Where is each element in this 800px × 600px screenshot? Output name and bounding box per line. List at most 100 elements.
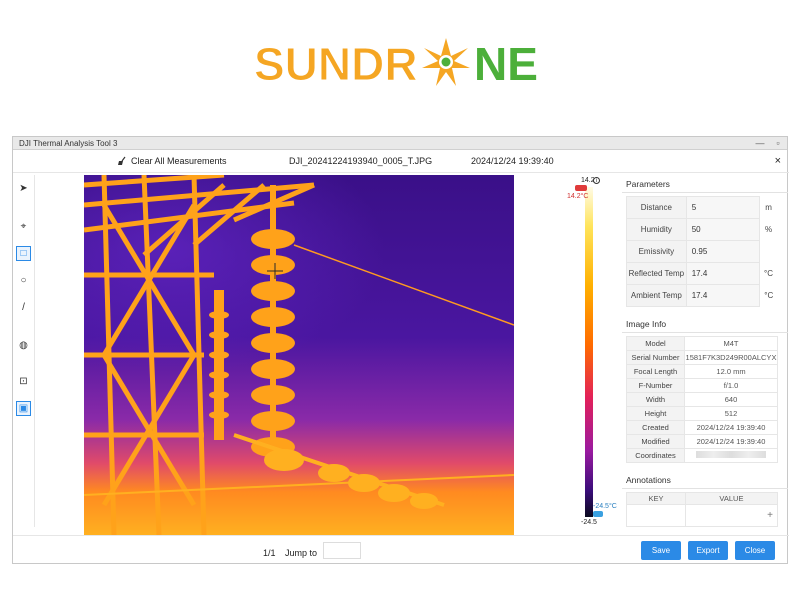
minimize-button[interactable]: — bbox=[751, 138, 769, 148]
select-tool[interactable]: ➤ bbox=[16, 181, 31, 196]
blurred-coordinates bbox=[696, 451, 766, 458]
close-button[interactable]: Close bbox=[735, 541, 775, 560]
info-label: Created bbox=[626, 420, 685, 435]
info-row: Focal Length 12.0 mm bbox=[626, 364, 778, 379]
ambient-temp-input[interactable]: 17.4 bbox=[685, 284, 761, 307]
param-unit: m bbox=[765, 203, 772, 212]
jump-to-label: Jump to bbox=[285, 548, 318, 558]
param-unit: °C bbox=[764, 269, 774, 278]
info-label: Height bbox=[626, 406, 685, 421]
circle-tool[interactable]: ○ bbox=[16, 273, 31, 288]
display-tool[interactable]: ▣ bbox=[16, 401, 31, 416]
max-temp-marker[interactable] bbox=[575, 185, 587, 191]
coordinates-value bbox=[684, 448, 778, 463]
min-temp-label: -24.5°C bbox=[593, 503, 617, 510]
param-label: Emissivity bbox=[626, 240, 687, 263]
title-bar: DJI Thermal Analysis Tool 3 — ▫ bbox=[13, 137, 787, 150]
info-label: Modified bbox=[626, 434, 685, 449]
info-value: 2024/12/24 19:39:40 bbox=[684, 420, 778, 435]
point-tool[interactable]: ⌖ bbox=[16, 219, 31, 234]
key-header: KEY bbox=[626, 492, 686, 505]
page: SUNDR NE DJI Thermal Analysis Tool 3 — ▫… bbox=[0, 0, 800, 600]
info-value: 12.0 mm bbox=[684, 364, 778, 379]
scale-min-value: -24.5 bbox=[581, 519, 597, 526]
max-temp-label: 14.2°C bbox=[567, 193, 589, 200]
maximize-button[interactable]: ▫ bbox=[769, 138, 787, 148]
info-label: Focal Length bbox=[626, 364, 685, 379]
info-value: 512 bbox=[684, 406, 778, 421]
param-label: Ambient Temp bbox=[626, 284, 687, 307]
jump-to-input[interactable] bbox=[323, 542, 361, 559]
logo-text-ne: NE bbox=[474, 38, 538, 90]
measurement-toolbar: ➤ ⌖ □ ○ / ◍ ⊡ ▣ bbox=[13, 175, 35, 527]
close-image-button[interactable]: × bbox=[775, 155, 781, 167]
sun-star-icon bbox=[422, 38, 470, 86]
param-row-humidity: Humidity 50% bbox=[626, 218, 778, 241]
image-info-table: Model M4T Serial Number 1581F7K3D249R00ALC… bbox=[626, 336, 778, 463]
param-unit: % bbox=[764, 225, 773, 234]
properties-panel: Parameters Distance 5 m Humidity 50% Emissi… bbox=[622, 175, 788, 527]
clear-all-label: Clear All Measurements bbox=[131, 156, 227, 166]
info-row: Model M4T bbox=[626, 336, 778, 351]
info-value: M4T bbox=[684, 336, 778, 351]
info-value: 1581F7K3D249R00ALCYX bbox=[684, 350, 778, 365]
param-row-emissivity: Emissivity 0.95 bbox=[626, 240, 778, 263]
isotherm-tool[interactable]: ⊡ bbox=[16, 374, 31, 389]
info-label: Model bbox=[626, 336, 685, 351]
annotations-title: Annotations bbox=[622, 471, 788, 489]
param-row-ambient-temp: Ambient Temp 17.4 °C bbox=[626, 284, 778, 307]
page-indicator: 1/1 bbox=[263, 548, 276, 558]
param-unit bbox=[760, 241, 778, 263]
distance-input[interactable]: 5 bbox=[685, 196, 761, 219]
isotherm-icon: ⊡ bbox=[19, 376, 28, 387]
param-row-reflected-temp: Reflected Temp 17.4 °C bbox=[626, 262, 778, 285]
info-value: 640 bbox=[684, 392, 778, 407]
info-row: Coordinates bbox=[626, 448, 778, 463]
info-value: 2024/12/24 19:39:40 bbox=[684, 434, 778, 449]
color-scale-bar bbox=[585, 187, 593, 517]
palette-tool[interactable]: ◍ bbox=[16, 338, 31, 353]
bottom-bar: 1/1 Jump to Save Export Close bbox=[13, 535, 789, 564]
temperature-scale: 14.2 i 14.2°C -24.5°C -24.5 bbox=[567, 177, 623, 537]
info-icon[interactable]: i bbox=[593, 177, 600, 184]
clear-all-measurements-button[interactable]: Clear All Measurements bbox=[117, 156, 227, 166]
add-annotation-button[interactable]: + bbox=[684, 504, 779, 527]
param-row-distance: Distance 5 m bbox=[626, 196, 778, 219]
file-name: DJI_20241224193940_0005_T.JPG bbox=[289, 156, 433, 166]
info-label: Width bbox=[626, 392, 685, 407]
reflected-temp-input[interactable]: 17.4 bbox=[685, 262, 761, 285]
param-label: Distance bbox=[626, 196, 687, 219]
save-button[interactable]: Save bbox=[641, 541, 681, 560]
min-temp-marker[interactable] bbox=[593, 511, 603, 517]
annotation-key-input[interactable] bbox=[626, 504, 686, 527]
line-tool[interactable]: / bbox=[16, 300, 31, 315]
image-info-title: Image Info bbox=[622, 315, 788, 333]
window-title: DJI Thermal Analysis Tool 3 bbox=[19, 138, 118, 148]
param-label: Humidity bbox=[626, 218, 687, 241]
info-label: Coordinates bbox=[626, 448, 685, 463]
rectangle-tool[interactable]: □ bbox=[16, 246, 31, 261]
crosshair-icon: ⌖ bbox=[20, 221, 27, 232]
parameters-title: Parameters bbox=[622, 175, 788, 193]
info-row: Serial Number 1581F7K3D249R00ALCYX bbox=[626, 350, 778, 365]
annotations-table: KEY VALUE + bbox=[626, 492, 779, 527]
emissivity-input[interactable]: 0.95 bbox=[685, 240, 761, 263]
display-icon: ▣ bbox=[18, 403, 29, 414]
thermal-image[interactable] bbox=[84, 175, 514, 535]
value-header: VALUE bbox=[684, 492, 779, 505]
sundrone-logo: SUNDR NE bbox=[0, 28, 800, 98]
param-label: Reflected Temp bbox=[626, 262, 687, 285]
logo-text-sundr: SUNDR bbox=[254, 38, 418, 90]
line-icon: / bbox=[22, 302, 25, 313]
export-button[interactable]: Export bbox=[688, 541, 728, 560]
humidity-input[interactable]: 50 bbox=[685, 218, 761, 241]
info-label: F-Number bbox=[626, 378, 685, 393]
param-unit: °C bbox=[764, 291, 774, 300]
info-label: Serial Number bbox=[626, 350, 685, 365]
info-row: Width 640 bbox=[626, 392, 778, 407]
info-row: F-Number f/1.0 bbox=[626, 378, 778, 393]
palette-icon: ◍ bbox=[19, 340, 28, 351]
broom-icon bbox=[118, 156, 126, 165]
circle-icon: ○ bbox=[20, 275, 27, 286]
info-row: Modified 2024/12/24 19:39:40 bbox=[626, 434, 778, 449]
